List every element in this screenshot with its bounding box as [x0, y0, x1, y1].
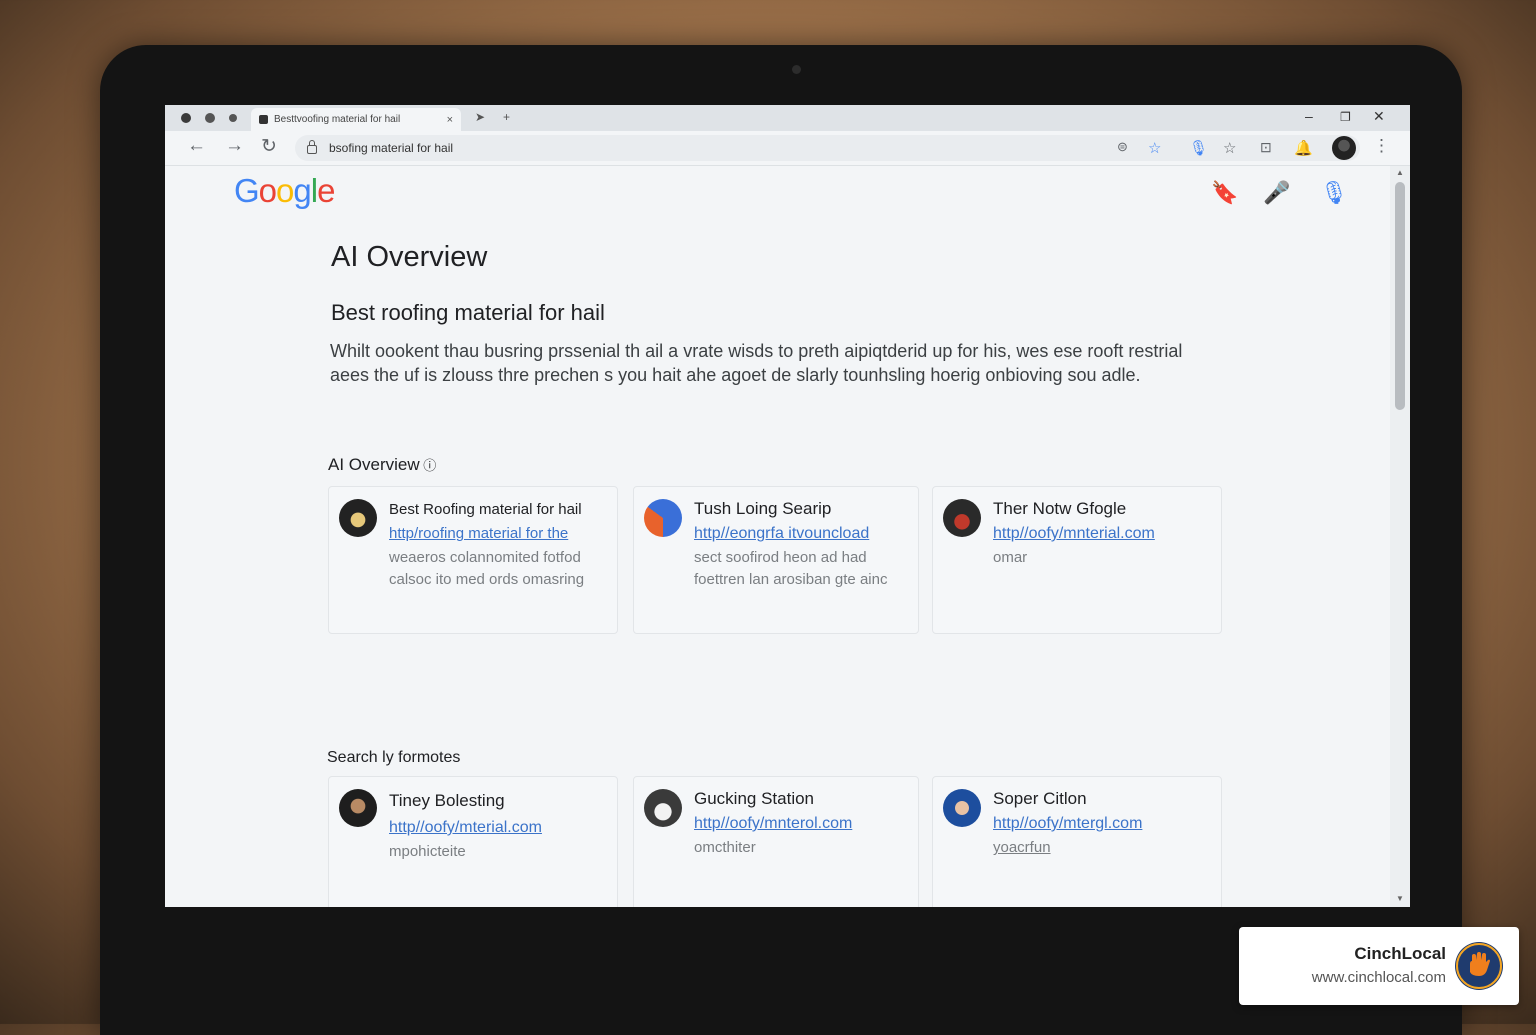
result-url[interactable]: http//oofy/mtergl.com: [993, 815, 1142, 833]
result-title[interactable]: Tush Loing Searip: [694, 499, 831, 519]
result-title[interactable]: Gucking Station: [694, 789, 814, 809]
result-title[interactable]: Soper Citlon: [993, 789, 1087, 809]
brand-url: www.cinchlocal.com: [1311, 969, 1446, 986]
result-title[interactable]: Ther Notw Gfogle: [993, 499, 1126, 519]
scroll-down-icon[interactable]: ▼: [1396, 894, 1404, 903]
scrollbar-thumb[interactable]: [1395, 182, 1405, 410]
lock-icon: [307, 140, 317, 154]
result-snippet: yoacrfun: [993, 839, 1051, 856]
result-thumbnail: [943, 789, 981, 827]
result-card[interactable]: Tush Loing Searip http//eongrfa itvouncl…: [633, 486, 919, 634]
screen: Besttvoofing material for hail × ➤ + – ❐…: [165, 105, 1410, 907]
query-heading: Best roofing material for hail: [331, 300, 605, 325]
tab-title: Besttvoofing material for hail: [274, 114, 401, 125]
result-card[interactable]: Ther Notw Gfogle http//oofy/mnterial.com…: [932, 486, 1222, 634]
result-card[interactable]: Tiney Bolesting http//oofy/mterial.com m…: [328, 776, 618, 907]
result-url[interactable]: http/roofing material for the: [389, 525, 568, 542]
result-url[interactable]: http//oofy/mnterol.com: [694, 815, 852, 833]
google-logo[interactable]: Google: [234, 172, 335, 210]
result-title[interactable]: Tiney Bolesting: [389, 791, 505, 811]
mic-icon[interactable]: 🎙: [1320, 180, 1348, 206]
profile-avatar[interactable]: [1332, 136, 1356, 160]
result-thumbnail: [339, 789, 377, 827]
result-thumbnail: [943, 499, 981, 537]
star-icon[interactable]: ☆: [1223, 139, 1236, 157]
microphone-icon[interactable]: 🎙: [1189, 139, 1208, 157]
brand-watermark: CinchLocal www.cinchlocal.com: [1239, 927, 1519, 1005]
restore-icon[interactable]: ❐: [1340, 110, 1351, 124]
result-url[interactable]: http//oofy/mnterial.com: [993, 525, 1155, 543]
browser-toolbar: ← → ↻ bsofing material for hail ⊜ ☆ 🎙 ☆ …: [165, 131, 1410, 166]
result-thumbnail: [339, 499, 377, 537]
brand-logo: [1455, 942, 1503, 990]
result-card[interactable]: Best Roofing material for hail http/roof…: [328, 486, 618, 634]
section-label-search: Search ly formotes: [327, 749, 461, 766]
scroll-up-icon[interactable]: ▲: [1396, 168, 1404, 177]
minimize-icon[interactable]: –: [1305, 108, 1313, 124]
voice-search-icon[interactable]: 🎤: [1263, 180, 1290, 206]
result-thumbnail: [644, 789, 682, 827]
result-url[interactable]: http//oofy/mterial.com: [389, 819, 542, 837]
favicon-icon: [259, 115, 268, 124]
search-results-page: Google 🔖 🎤 🎙 AI Overview Best roofing ma…: [165, 166, 1390, 907]
tab-bar: Besttvoofing material for hail × ➤ + – ❐…: [165, 105, 1410, 131]
tab-close-icon[interactable]: ×: [447, 114, 453, 126]
result-url[interactable]: http//eongrfa itvouncload: [694, 525, 869, 543]
result-snippet: mpohicteite: [389, 843, 466, 860]
result-title[interactable]: Best Roofing material for hail: [389, 501, 582, 518]
browser-tab[interactable]: Besttvoofing material for hail ×: [251, 108, 461, 131]
info-icon[interactable]: ⓘ: [420, 458, 436, 473]
extension-icon[interactable]: ⊡: [1260, 139, 1272, 156]
bookmark-icon[interactable]: 🔖: [1211, 180, 1238, 206]
result-snippet: weaeros colannomited fotfod calsoc ito m…: [389, 549, 585, 588]
ai-summary-text: Whilt oookent thau busring prssenial th …: [330, 341, 1183, 385]
bookmark-star-icon[interactable]: ☆: [1148, 139, 1161, 157]
close-window-icon[interactable]: ✕: [1373, 108, 1385, 125]
result-thumbnail: [644, 499, 682, 537]
monitor-bezel: Besttvoofing material for hail × ➤ + – ❐…: [100, 45, 1462, 1035]
webcam: [792, 65, 801, 74]
lens-icon[interactable]: ⊜: [1117, 139, 1128, 155]
window-dot-icon[interactable]: [229, 114, 237, 122]
address-text: bsofing material for hail: [329, 141, 454, 155]
result-snippet: sect soofirod heon ad had foettren lan a…: [694, 549, 888, 588]
back-arrow-icon[interactable]: ←: [187, 135, 206, 157]
result-snippet: omcthiter: [694, 839, 756, 856]
forward-arrow-icon[interactable]: →: [225, 135, 244, 157]
ai-overview-title: AI Overview: [331, 241, 488, 273]
new-tab-icon[interactable]: +: [503, 110, 510, 124]
vertical-scrollbar[interactable]: ▲ ▼: [1390, 166, 1410, 907]
brand-name: CinchLocal: [1354, 944, 1446, 963]
result-card[interactable]: Soper Citlon http//oofy/mtergl.com yoacr…: [932, 776, 1222, 907]
section-label-ai-overview: AI Overview ⓘ: [328, 455, 437, 474]
tab-audio-icon[interactable]: ➤: [475, 110, 485, 124]
window-dot-icon[interactable]: [205, 113, 215, 123]
hand-logo-icon: [1456, 943, 1502, 989]
menu-kebab-icon[interactable]: ⋮: [1373, 136, 1390, 156]
reload-icon[interactable]: ↻: [261, 135, 277, 158]
window-dot-icon[interactable]: [181, 113, 191, 123]
result-card[interactable]: Gucking Station http//oofy/mnterol.com o…: [633, 776, 919, 907]
notification-bell-icon[interactable]: 🔔: [1294, 139, 1313, 157]
result-snippet: omar: [993, 549, 1028, 566]
